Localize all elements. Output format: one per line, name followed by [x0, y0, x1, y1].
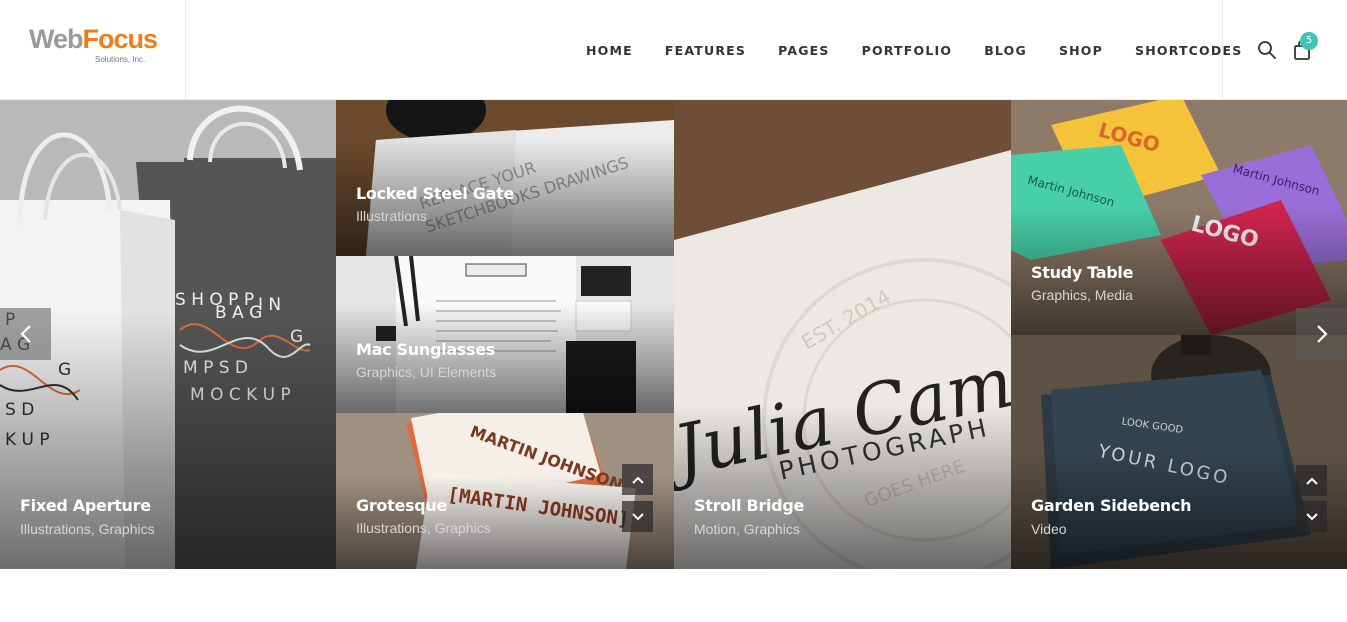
portfolio-item-categories: Motion, Graphics: [694, 521, 800, 537]
portfolio-grid: S H O P P B A G I N G M P S D M O C K U …: [0, 100, 1347, 569]
portfolio-item-categories: Graphics, Media: [1031, 287, 1133, 303]
portfolio-item-title[interactable]: Garden Sidebench: [1031, 496, 1191, 515]
portfolio-item-title[interactable]: Mac Sunglasses: [356, 340, 495, 359]
chevron-up-icon: [631, 476, 644, 484]
cart-count-badge: 5: [1300, 32, 1318, 50]
portfolio-item-title[interactable]: Fixed Aperture: [20, 496, 151, 515]
scroll-down-button[interactable]: [622, 501, 653, 532]
nav-features[interactable]: FEATURES: [665, 43, 746, 58]
search-icon[interactable]: [1257, 40, 1277, 60]
site-header: WebFocus Solutions, Inc. HOME FEATURES P…: [0, 0, 1347, 100]
portfolio-item-categories: Graphics, UI Elements: [356, 364, 497, 380]
chevron-down-icon: [631, 512, 644, 520]
portfolio-item-mac-sunglasses[interactable]: Mac Sunglasses Graphics, UI Elements: [336, 256, 674, 413]
main-nav: HOME FEATURES PAGES PORTFOLIO BLOG SHOP …: [570, 0, 1258, 100]
nav-shop[interactable]: SHOP: [1059, 43, 1103, 58]
portfolio-item-title[interactable]: Grotesque: [356, 496, 447, 515]
portfolio-item-garden-sidebench[interactable]: LOOK GOOD YOUR LOGO Garden Sidebench Vid…: [1011, 335, 1347, 569]
portfolio-item-stroll-bridge[interactable]: EST. 2014 Julia Cam PHOTOGRAPH GOES HERE…: [674, 100, 1011, 569]
portfolio-item-locked-steel-gate[interactable]: REPLACE YOUR SKETCHBOOKS DRAWINGS Locked…: [336, 100, 674, 256]
portfolio-item-categories: Illustrations, Graphics: [356, 520, 491, 536]
chevron-down-icon: [1305, 512, 1318, 520]
scroll-down-button[interactable]: [1296, 501, 1327, 532]
portfolio-item-grotesque[interactable]: MARTIN JOHNSON [MARTIN JOHNSON] Grotesqu…: [336, 413, 674, 569]
portfolio-item-title[interactable]: Locked Steel Gate: [356, 184, 514, 203]
scroll-up-button[interactable]: [622, 464, 653, 495]
portfolio-item-categories: Illustrations: [356, 208, 427, 224]
logo-wordmark: WebFocus: [29, 24, 159, 54]
logo-web-text: Web: [29, 24, 84, 54]
slider-next-button[interactable]: [1296, 308, 1347, 360]
logo-subtitle: Solutions, Inc.: [95, 55, 146, 64]
portfolio-item-categories: Video: [1031, 521, 1067, 537]
slider-prev-button[interactable]: [0, 308, 51, 360]
scroll-up-button[interactable]: [1296, 465, 1327, 496]
site-logo[interactable]: WebFocus Solutions, Inc.: [29, 24, 159, 64]
nav-pages[interactable]: PAGES: [778, 43, 830, 58]
portfolio-item-title[interactable]: Stroll Bridge: [694, 496, 804, 515]
nav-home[interactable]: HOME: [586, 43, 633, 58]
portfolio-item-title[interactable]: Study Table: [1031, 263, 1133, 282]
logo-container: WebFocus Solutions, Inc.: [0, 0, 186, 100]
chevron-left-icon: [19, 325, 31, 343]
portfolio-item-categories: Illustrations, Graphics: [20, 521, 155, 537]
logo-focus-text: Focus: [82, 24, 159, 54]
nav-blog[interactable]: BLOG: [984, 43, 1027, 58]
nav-portfolio[interactable]: PORTFOLIO: [862, 43, 953, 58]
chevron-up-icon: [1305, 477, 1318, 485]
portfolio-item-study-table[interactable]: LOGO Martin Johnson Martin Johnson LOGO …: [1011, 100, 1347, 335]
tile-overlay: [674, 404, 1011, 569]
chevron-right-icon: [1316, 325, 1328, 343]
header-tools: 5: [1222, 0, 1347, 100]
